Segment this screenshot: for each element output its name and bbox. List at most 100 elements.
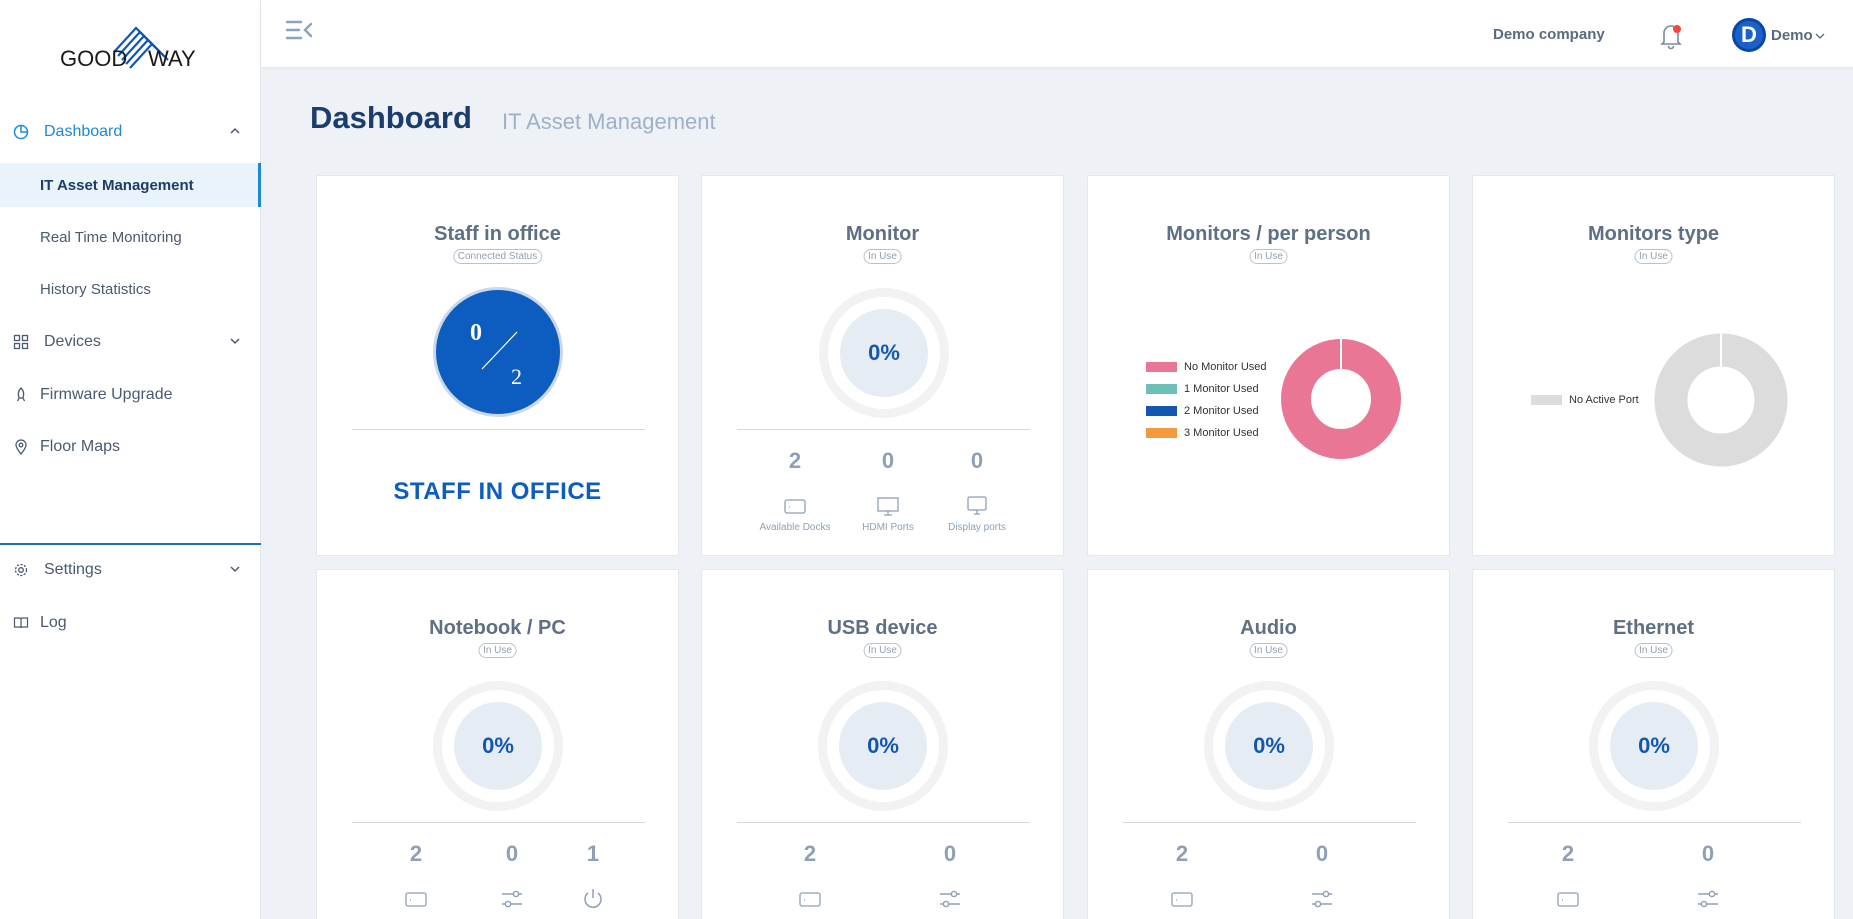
stat-value: 0 xyxy=(1315,841,1329,866)
chevron-up-icon xyxy=(230,127,240,134)
notification-dot xyxy=(1673,25,1681,33)
status-badge: In Use xyxy=(1249,249,1288,264)
card-monitors-type: Monitors type In Use No Active Port xyxy=(1472,175,1835,556)
sidebar-item-label: History Statistics xyxy=(40,280,151,298)
legend-label: No Monitor Used xyxy=(1184,361,1267,373)
stat-label: Available Docks xyxy=(759,522,831,533)
stat-value: 0 xyxy=(1701,841,1715,866)
stat-value: 2 xyxy=(1561,841,1575,866)
chevron-down-icon xyxy=(230,338,240,345)
status-badge: Connected Status xyxy=(452,249,543,264)
fraction-divider xyxy=(481,331,518,370)
page-title: Dashboard xyxy=(310,100,472,135)
card-monitor: Monitor In Use 0% 2 0 0 Available Docks … xyxy=(701,175,1064,556)
stat-value: 0 xyxy=(943,841,957,866)
sidebar-item-devices[interactable]: Devices xyxy=(0,320,261,364)
legend-swatch xyxy=(1146,406,1177,416)
card-title: Staff in office xyxy=(434,223,561,245)
rocket-icon xyxy=(16,387,26,402)
stat-value: 0 xyxy=(505,841,519,866)
divider xyxy=(737,822,1030,823)
status-badge: In Use xyxy=(1634,643,1673,658)
chevron-down-icon xyxy=(1815,33,1825,39)
card-usb-device: USB device In Use 0% 2 0 xyxy=(701,569,1064,919)
book-icon xyxy=(13,617,29,629)
sliders-icon xyxy=(1698,890,1718,908)
usage-percent: 0% xyxy=(839,702,927,790)
sidebar-item-dashboard[interactable]: Dashboard xyxy=(0,110,261,154)
sidebar-item-label: Devices xyxy=(44,333,101,350)
legend-label: No Active Port xyxy=(1569,394,1639,406)
stat-value: 1 xyxy=(586,841,600,866)
card-title: Monitor xyxy=(845,223,920,245)
dock-icon xyxy=(1171,892,1193,907)
stat-label: Display ports xyxy=(948,522,1006,533)
staff-count-circle: 0 2 xyxy=(433,287,563,417)
legend-label: 1 Monitor Used xyxy=(1184,383,1259,395)
stat-value: 2 xyxy=(409,841,423,866)
avatar[interactable]: D xyxy=(1732,18,1766,52)
logo-mark: GOOD WAY xyxy=(60,26,196,71)
user-menu[interactable]: Demo xyxy=(1771,27,1825,44)
sidebar-item-log[interactable]: Log xyxy=(0,601,261,645)
legend-item: 3 Monitor Used xyxy=(1146,427,1259,439)
donut-chart[interactable] xyxy=(1652,331,1790,469)
staff-in-office-label: STAFF IN OFFICE xyxy=(393,478,602,505)
legend-swatch xyxy=(1146,428,1177,438)
sidebar-item-label: Real Time Monitoring xyxy=(40,228,182,246)
sidebar-item-floor-maps[interactable]: Floor Maps xyxy=(0,425,261,469)
company-name[interactable]: Demo company xyxy=(1493,26,1605,43)
topbar: Demo company D Demo xyxy=(261,0,1853,67)
logo-right-text: WAY xyxy=(148,46,196,71)
legend-label: 3 Monitor Used xyxy=(1184,427,1259,439)
legend-item: 1 Monitor Used xyxy=(1146,383,1259,395)
usage-ring: 0% xyxy=(433,681,563,811)
status-badge: In Use xyxy=(863,249,902,264)
gear-icon xyxy=(14,563,28,577)
dock-icon xyxy=(784,499,806,514)
sidebar-item-firmware-upgrade[interactable]: Firmware Upgrade xyxy=(0,373,261,417)
card-monitors-per-person: Monitors / per person In Use No Monitor … xyxy=(1087,175,1450,556)
status-badge: In Use xyxy=(1249,643,1288,658)
legend-swatch xyxy=(1146,362,1177,372)
staff-total: 2 xyxy=(511,364,522,389)
card-title: Monitors type xyxy=(1587,223,1720,245)
legend-label: 2 Monitor Used xyxy=(1184,405,1259,417)
grid-icon xyxy=(13,334,29,350)
sidebar-item-it-asset-management[interactable]: IT Asset Management xyxy=(0,163,261,207)
usage-ring: 0% xyxy=(818,681,948,811)
stat-value: 2 xyxy=(1175,841,1189,866)
usage-ring: 0% xyxy=(1589,681,1719,811)
legend-swatch xyxy=(1146,384,1177,394)
menu-collapse-icon[interactable] xyxy=(285,18,313,44)
available-docks-count: 2 xyxy=(788,448,802,473)
sidebar-item-label: Settings xyxy=(44,561,102,578)
divider xyxy=(1508,822,1801,823)
sidebar-item-label: IT Asset Management xyxy=(40,176,194,194)
bell-icon[interactable] xyxy=(1659,22,1683,50)
status-badge: In Use xyxy=(1634,249,1673,264)
page-subtitle: IT Asset Management xyxy=(502,109,716,134)
card-title: Notebook / PC xyxy=(429,617,566,639)
pie-chart-icon xyxy=(13,124,29,140)
sidebar-item-history-statistics[interactable]: History Statistics xyxy=(0,267,261,311)
divider xyxy=(1123,822,1416,823)
stat-label: HDMI Ports xyxy=(862,522,914,533)
sidebar-item-label: Log xyxy=(40,614,67,631)
status-badge: In Use xyxy=(478,643,517,658)
usage-percent: 0% xyxy=(1225,702,1313,790)
goodway-logo[interactable]: GOOD WAY xyxy=(58,14,208,72)
logo-left-text: GOOD xyxy=(60,46,127,71)
sidebar-item-settings[interactable]: Settings xyxy=(0,548,261,592)
sidebar-divider xyxy=(0,543,261,545)
sidebar: GOOD WAY Dashboard IT Asset Management R… xyxy=(0,0,261,919)
card-ethernet: Ethernet In Use 0% 2 0 xyxy=(1472,569,1835,919)
donut-chart[interactable] xyxy=(1278,336,1404,462)
sidebar-item-label: Floor Maps xyxy=(40,438,121,455)
card-title: Ethernet xyxy=(1612,617,1695,639)
legend-item: No Active Port xyxy=(1531,394,1639,406)
stat-value: 2 xyxy=(803,841,817,866)
sidebar-item-real-time-monitoring[interactable]: Real Time Monitoring xyxy=(0,215,261,259)
usage-ring: 0% xyxy=(819,288,949,418)
sliders-icon xyxy=(502,890,522,908)
